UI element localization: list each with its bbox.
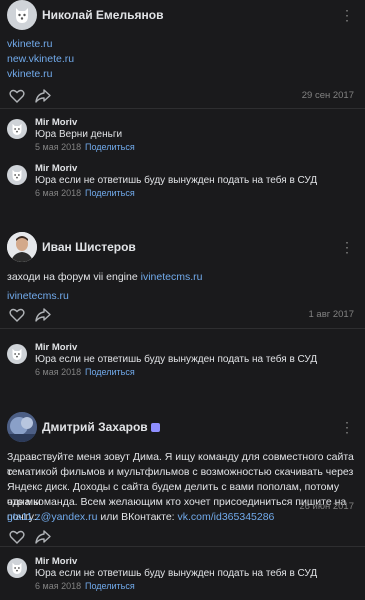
- share-link[interactable]: Поделиться: [85, 367, 135, 377]
- comment-date: 6 мая 2018: [35, 367, 82, 377]
- post-text-plain: или ВКонтакте:: [97, 511, 178, 523]
- post-link[interactable]: vkinete.ru: [7, 67, 357, 82]
- more-options-icon[interactable]: ⋮: [340, 8, 354, 22]
- post-link[interactable]: ivinetecms.ru: [7, 289, 357, 304]
- comment-author[interactable]: Mir Moriv: [35, 556, 77, 567]
- dog-avatar-icon: [12, 169, 22, 181]
- email-link[interactable]: gta11.z@yandex.ru: [7, 511, 97, 523]
- avatar[interactable]: [7, 165, 27, 185]
- avatar[interactable]: [7, 344, 27, 364]
- post-header: Николай Емельянов ⋮: [0, 0, 365, 30]
- comment-text: Юра если не ответишь буду вынужден подат…: [35, 568, 318, 579]
- post-date: 26 июн 2017: [299, 501, 354, 512]
- post-link[interactable]: new.vkinete.ru: [7, 52, 357, 67]
- divider: [0, 328, 365, 329]
- post-author-name[interactable]: Дмитрий Захаров: [42, 420, 148, 434]
- heart-icon[interactable]: [9, 89, 25, 103]
- badge-icon: [150, 423, 160, 432]
- share-icon[interactable]: [35, 530, 51, 544]
- heart-icon[interactable]: [9, 530, 25, 544]
- dog-avatar-icon: [12, 562, 22, 574]
- vk-link[interactable]: vk.com/id365345286: [178, 511, 275, 523]
- avatar[interactable]: [7, 412, 37, 442]
- dog-avatar-icon: [16, 8, 28, 23]
- post-text-plain: заходи на форум vii engine: [7, 271, 141, 283]
- post: Николай Емельянов ⋮ vkinete.ru new.vkine…: [0, 0, 365, 225]
- comment-text: Юра Верни деньги: [35, 129, 123, 140]
- comment-author[interactable]: Mir Moriv: [35, 117, 77, 128]
- share-link[interactable]: Поделиться: [85, 581, 135, 591]
- post-text-line: gta11.z@yandex.ru или ВКонтакте: vk.com/…: [7, 510, 357, 525]
- avatar[interactable]: [7, 0, 37, 30]
- comment-author[interactable]: Mir Moriv: [35, 342, 77, 353]
- divider: [0, 108, 365, 109]
- post-author[interactable]: Дмитрий Захаров: [42, 420, 160, 434]
- more-options-icon[interactable]: ⋮: [340, 240, 354, 254]
- post-link[interactable]: ivinetecms.ru: [141, 271, 203, 283]
- more-options-icon[interactable]: ⋮: [340, 420, 354, 434]
- avatar[interactable]: [7, 558, 27, 578]
- post-header: Дмитрий Захаров ⋮: [0, 412, 365, 442]
- user-photo-icon: [7, 412, 37, 442]
- share-link[interactable]: Поделиться: [85, 188, 135, 198]
- comment: Mir Moriv Юра если не ответишь буду выну…: [0, 342, 365, 382]
- post-author[interactable]: Иван Шистеров: [42, 240, 136, 254]
- dog-avatar-icon: [12, 123, 22, 135]
- avatar[interactable]: [7, 232, 37, 262]
- comment-author[interactable]: Mir Moriv: [35, 163, 77, 174]
- divider: [0, 546, 365, 547]
- comment-text: Юра если не ответишь буду вынужден подат…: [35, 354, 318, 365]
- post-author[interactable]: Николай Емельянов: [42, 8, 163, 22]
- comment-date: 6 мая 2018: [35, 188, 82, 198]
- share-icon[interactable]: [35, 89, 51, 103]
- post-date: 1 авг 2017: [308, 309, 355, 320]
- comment: Mir Moriv Юра если не ответишь буду выну…: [0, 163, 365, 203]
- post-link[interactable]: vkinete.ru: [7, 37, 357, 52]
- dog-avatar-icon: [12, 348, 22, 360]
- post-text: заходи на форум vii engine ivinetecms.ru: [7, 270, 357, 285]
- post-header: Иван Шистеров ⋮: [0, 232, 365, 262]
- user-photo-icon: [7, 232, 37, 262]
- share-link[interactable]: Поделиться: [85, 142, 135, 152]
- comment: Mir Moriv Юра Верни деньги 5 мая 2018 По…: [0, 117, 365, 157]
- comment-date: 6 мая 2018: [35, 581, 82, 591]
- comment-date: 5 мая 2018: [35, 142, 82, 152]
- comment: Mir Moriv Юра если не ответишь буду выну…: [0, 556, 365, 596]
- post: Иван Шистеров ⋮ заходи на форум vii engi…: [0, 232, 365, 392]
- avatar[interactable]: [7, 119, 27, 139]
- post-date: 29 сен 2017: [301, 90, 354, 101]
- post-text-line: тематикой фильмов и мультфильмов с возмо…: [7, 466, 354, 478]
- share-icon[interactable]: [35, 308, 51, 322]
- heart-icon[interactable]: [9, 308, 25, 322]
- comment-text: Юра если не ответишь буду вынужден подат…: [35, 175, 318, 186]
- post: Дмитрий Захаров ⋮ Здравствуйте меня зову…: [0, 412, 365, 600]
